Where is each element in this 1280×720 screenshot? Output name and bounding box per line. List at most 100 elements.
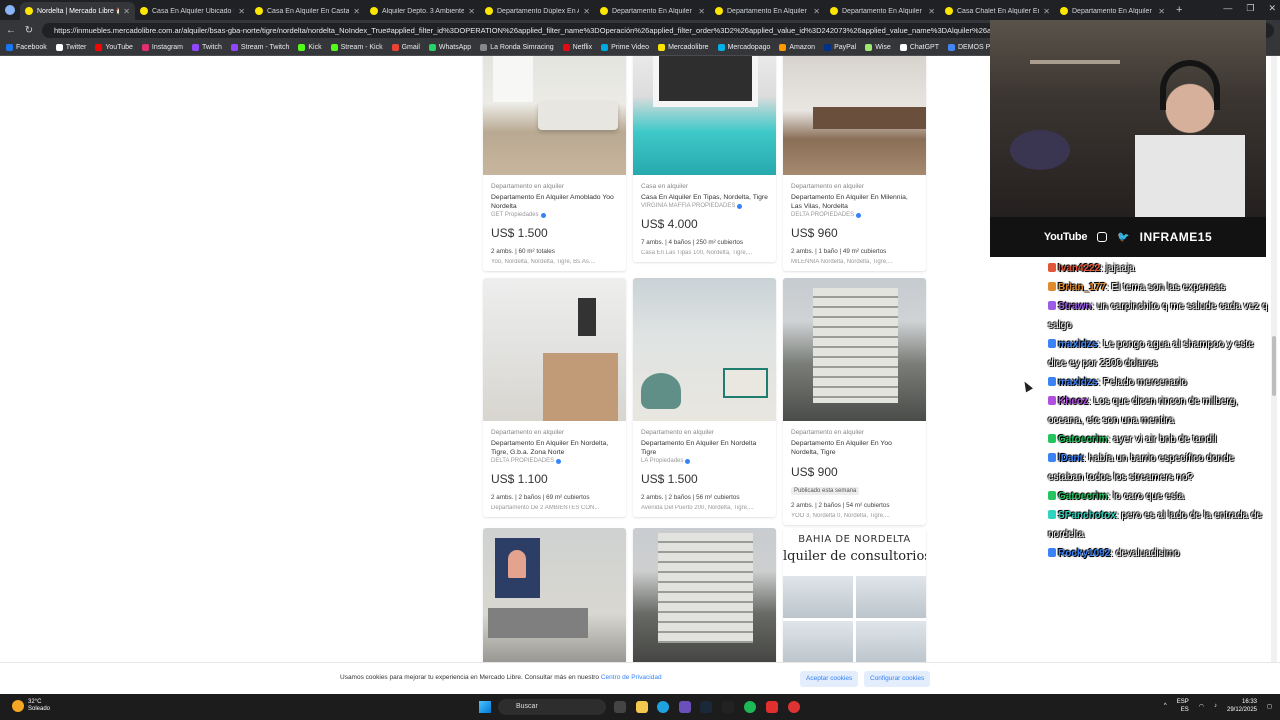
listing-card[interactable]: Departamento en alquiler Departamento En…	[783, 278, 926, 525]
configure-cookies-button[interactable]: Configurar cookies	[864, 671, 931, 687]
listing-title[interactable]: Casa En Alquiler En Tipas, Nordelta, Tig…	[641, 193, 768, 202]
listing-card[interactable]	[633, 528, 776, 662]
bookmark-item[interactable]: Netflix	[562, 44, 592, 51]
tab-8[interactable]: Casa Chalet En Alquiler En Tipas ✕	[940, 2, 1055, 20]
listing-photo[interactable]	[783, 278, 926, 421]
page-scrollbar[interactable]	[1271, 56, 1277, 662]
tab-9[interactable]: Departamento En Alquiler En M ✕	[1055, 2, 1170, 20]
taskbar-search[interactable]: Buscar	[498, 699, 606, 715]
task-view-icon[interactable]	[614, 701, 626, 713]
bookmark-item[interactable]: PayPal	[824, 44, 856, 51]
chat-username[interactable]: lDant	[1058, 453, 1083, 464]
wifi-icon[interactable]: ◠	[1199, 703, 1204, 710]
chat-username[interactable]: Brian_177	[1058, 282, 1106, 293]
chat-username[interactable]: Gatoecrim	[1058, 491, 1107, 502]
chevron-up-icon[interactable]: ^	[1164, 703, 1167, 709]
volume-icon[interactable]: ♪	[1214, 703, 1217, 709]
listing-photo[interactable]	[633, 56, 776, 175]
bookmark-item[interactable]: Mercadolibre	[658, 44, 709, 51]
listing-photo[interactable]: BAHIA DE NORDELTA lquiler de consultorio…	[783, 528, 926, 662]
tab-2[interactable]: Casa En Alquiler En Castaños, No✕	[250, 2, 365, 20]
bookmark-item[interactable]: Stream - Kick	[330, 44, 383, 51]
bookmark-item[interactable]: Kick	[298, 44, 322, 51]
clock[interactable]: 16:33 29/12/2025	[1227, 698, 1257, 714]
chat-username[interactable]: Kheoz	[1058, 396, 1088, 407]
edge-icon[interactable]	[657, 701, 669, 713]
chat-username[interactable]: Rocky1092	[1058, 548, 1110, 559]
tab-1[interactable]: Casa En Alquiler Ubicado En Cas ✕	[135, 2, 250, 20]
back-icon[interactable]: ←	[6, 25, 16, 36]
tab-4[interactable]: Departamento Dúplex En Alquile ✕	[480, 2, 595, 20]
bookmark-item[interactable]: Prime Video	[601, 44, 649, 51]
file-explorer-icon[interactable]	[636, 701, 648, 713]
language-indicator[interactable]: ESP ES	[1177, 698, 1189, 714]
bookmark-item[interactable]: ChatGPT	[899, 44, 939, 51]
chat-username[interactable]: maxidzs	[1058, 339, 1097, 350]
close-tab-icon[interactable]: ✕	[583, 7, 590, 16]
close-tab-icon[interactable]: ✕	[468, 7, 475, 16]
chat-username[interactable]: Strawn	[1058, 301, 1091, 312]
app-icon[interactable]	[788, 701, 800, 713]
listing-title[interactable]: Departamento En Alquiler Amoblado Yoo No…	[491, 193, 618, 211]
steam-icon[interactable]	[700, 701, 712, 713]
listing-title[interactable]: Departamento En Alquiler En Nordelta Tig…	[641, 439, 768, 457]
chat-username[interactable]: SPanchotox	[1058, 510, 1116, 521]
reload-icon[interactable]: ↻	[24, 25, 34, 36]
close-tab-icon[interactable]: ✕	[123, 7, 130, 16]
listing-photo[interactable]	[483, 56, 626, 175]
bookmark-item[interactable]: Stream - Twitch	[230, 44, 289, 51]
maximize-icon[interactable]: ❐	[1246, 3, 1254, 14]
app-icon[interactable]	[722, 701, 734, 713]
chat-username[interactable]: Ivan4222	[1058, 263, 1100, 274]
close-tab-icon[interactable]: ✕	[238, 7, 245, 16]
listing-card[interactable]	[483, 528, 626, 662]
weather-widget[interactable]: 32°C Soleado	[12, 699, 50, 713]
tab-7[interactable]: Departamento En Alquiler En Sk ✕	[825, 2, 940, 20]
close-tab-icon[interactable]: ✕	[698, 7, 705, 16]
app-icon[interactable]	[679, 701, 691, 713]
privacy-link[interactable]: Centro de Privacidad	[601, 674, 662, 681]
chat-username[interactable]: Gatoecrim	[1058, 434, 1107, 445]
listing-photo[interactable]	[633, 278, 776, 421]
listing-card[interactable]: Departamento en alquiler Departamento En…	[633, 278, 776, 517]
spotify-icon[interactable]	[744, 701, 756, 713]
chat-username[interactable]: maxidzs	[1058, 377, 1097, 388]
close-tab-icon[interactable]: ✕	[928, 7, 935, 16]
listing-card[interactable]: BAHIA DE NORDELTA lquiler de consultorio…	[783, 528, 926, 662]
bookmark-item[interactable]: Gmail	[391, 44, 420, 51]
windows-start-icon[interactable]	[479, 701, 491, 713]
bookmark-item[interactable]: Wise	[865, 44, 891, 51]
bookmark-item[interactable]: Amazon	[779, 44, 815, 51]
listing-card[interactable]: Departamento en alquiler Departamento En…	[483, 56, 626, 271]
obs-icon[interactable]	[766, 701, 778, 713]
notification-icon[interactable]: ◻	[1267, 703, 1272, 710]
bookmark-item[interactable]: YouTube	[95, 44, 133, 51]
tab-3[interactable]: Alquiler Depto. 3 Ambientes Con✕	[365, 2, 480, 20]
close-tab-icon[interactable]: ✕	[813, 7, 820, 16]
bookmark-item[interactable]: Twitter	[55, 44, 86, 51]
accept-cookies-button[interactable]: Aceptar cookies	[800, 671, 859, 687]
bookmark-item[interactable]: WhatsApp	[428, 44, 471, 51]
browser-menu-icon[interactable]	[5, 5, 15, 15]
tab-6[interactable]: Departamento En Alquiler En M ✕	[710, 2, 825, 20]
listing-title[interactable]: Departamento En Alquiler En Milennia, La…	[791, 193, 918, 211]
listing-photo[interactable]	[483, 528, 626, 662]
minimize-icon[interactable]: —	[1223, 3, 1232, 14]
listing-card[interactable]: Casa en alquiler Casa En Alquiler En Tip…	[633, 56, 776, 262]
bookmark-item[interactable]: La Ronda Simracing	[480, 44, 554, 51]
listing-photo[interactable]	[633, 528, 776, 662]
tab-0[interactable]: Nordelta | Mercado Libre 🏠 ✕	[20, 2, 135, 20]
listing-title[interactable]: Departamento En Alquiler En Nordelta, Ti…	[491, 439, 618, 457]
bookmark-item[interactable]: Facebook	[6, 44, 47, 51]
listing-photo[interactable]	[483, 278, 626, 421]
bookmark-item[interactable]: Twitch	[192, 44, 222, 51]
bookmark-item[interactable]: Mercadopago	[717, 44, 770, 51]
listing-card[interactable]: Departamento en alquiler Departamento En…	[483, 278, 626, 517]
close-window-icon[interactable]: ✕	[1268, 3, 1276, 14]
close-tab-icon[interactable]: ✕	[353, 7, 360, 16]
new-tab-icon[interactable]: +	[1170, 4, 1188, 16]
close-tab-icon[interactable]: ✕	[1158, 7, 1165, 16]
listing-photo[interactable]	[783, 56, 926, 175]
close-tab-icon[interactable]: ✕	[1043, 7, 1050, 16]
bookmark-item[interactable]: Instagram	[141, 44, 183, 51]
